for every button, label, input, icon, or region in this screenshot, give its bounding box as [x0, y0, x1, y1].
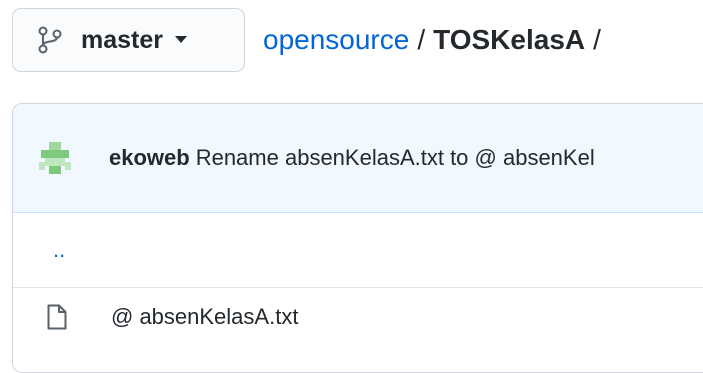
breadcrumb-owner-link[interactable]: opensource [263, 24, 409, 56]
breadcrumb-current-folder: TOSKelasA [433, 24, 586, 55]
commit-author-link[interactable]: ekoweb [109, 145, 190, 171]
chevron-down-icon [175, 36, 187, 43]
breadcrumb: opensource / TOSKelasA / [263, 24, 609, 56]
git-branch-icon [38, 26, 62, 54]
commit-message-link[interactable]: Rename absenKelasA.txt to @ absenKel [196, 145, 595, 171]
list-item[interactable]: @ absenKelasA.txt [13, 288, 703, 372]
file-browser: ekoweb Rename absenKelasA.txt to @ absen… [12, 103, 703, 373]
breadcrumb-separator: / [417, 24, 426, 55]
latest-commit-bar: ekoweb Rename absenKelasA.txt to @ absen… [13, 104, 703, 213]
file-icon [47, 304, 67, 330]
file-name-link[interactable]: @ absenKelasA.txt [111, 304, 298, 330]
breadcrumb-separator: / [593, 24, 601, 55]
avatar[interactable] [37, 140, 73, 176]
parent-directory-link[interactable]: .. [53, 237, 65, 263]
branch-name: master [81, 25, 163, 54]
branch-select-button[interactable]: master [12, 8, 245, 72]
repo-navigation: master opensource / TOSKelasA / [12, 8, 609, 72]
parent-directory-row[interactable]: .. [13, 213, 703, 288]
